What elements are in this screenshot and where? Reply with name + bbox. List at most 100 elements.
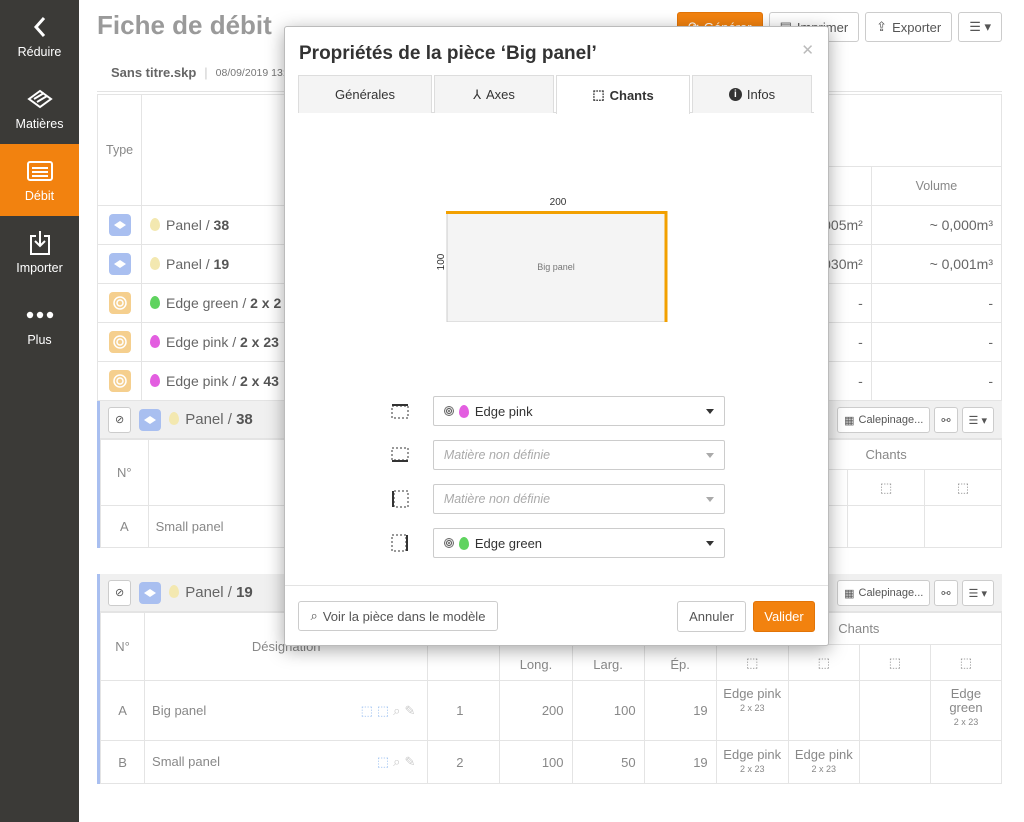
- part-name: Big panel: [152, 702, 207, 718]
- part-row-actions[interactable]: ⬚⬚⌕✎: [361, 703, 420, 719]
- edge-right-value: Edge green: [474, 535, 543, 551]
- tab-label: Générales: [335, 87, 395, 102]
- edge-left-icon: ⬚: [858, 644, 931, 681]
- grain-toggle-icon[interactable]: ⬚: [377, 703, 393, 718]
- edge-left-icon: ⬚: [847, 469, 926, 506]
- sidebar-item-debit[interactable]: Débit: [0, 144, 79, 216]
- grid-icon: ▦: [844, 587, 855, 600]
- close-icon[interactable]: ✕: [801, 41, 814, 59]
- edge-roll-icon: [108, 331, 131, 353]
- material-name: Edge green /: [166, 295, 251, 311]
- pencil-icon[interactable]: ✎: [404, 754, 419, 769]
- edge-roll-icon: [108, 292, 131, 314]
- part-properties-modal: Propriétés de la pièce ‘Big panel’ ✕ Gén…: [284, 26, 829, 646]
- material-name: Edge pink /: [166, 334, 240, 350]
- menu-button[interactable]: ☰ ▾: [958, 12, 1002, 42]
- part-row-actions[interactable]: ⬚⌕✎: [377, 754, 419, 770]
- group-menu-button[interactable]: ☰ ▾: [961, 580, 994, 606]
- chevron-down-icon: [706, 409, 714, 414]
- ep-value: 19: [643, 680, 717, 741]
- separator: |: [204, 65, 208, 80]
- pencil-icon[interactable]: ✎: [404, 703, 419, 718]
- panel-preview: 200 100 Big panel: [436, 197, 668, 322]
- sidebar-item-label: Matières: [15, 117, 64, 131]
- sidebar-item-matieres[interactable]: Matières: [0, 72, 79, 144]
- sidebar-item-plus[interactable]: Plus: [0, 288, 79, 360]
- materials-icon: [26, 85, 54, 113]
- hide-toggle-button[interactable]: ⊘: [108, 579, 132, 606]
- chevron-down-icon: [706, 497, 714, 502]
- tab-chants[interactable]: ⬚ Chants: [556, 75, 690, 114]
- calepinage-button[interactable]: ▦ Calepinage...: [837, 580, 931, 606]
- tab-generales[interactable]: Générales: [298, 75, 432, 113]
- long-value: 100: [499, 740, 573, 784]
- sidebar-item-reduire[interactable]: Réduire: [0, 0, 79, 72]
- edge-left-select[interactable]: Matière non définie: [432, 484, 725, 514]
- edge-size: 2 x 23: [953, 717, 979, 727]
- hide-toggle-button[interactable]: ⊘: [108, 406, 132, 433]
- link-icon: ⚯: [941, 587, 951, 600]
- edge-right-select[interactable]: Edge green: [432, 528, 725, 558]
- link-button[interactable]: ⚯: [934, 407, 958, 433]
- board-icon: [139, 581, 162, 604]
- view-in-model-button[interactable]: ⌕ Voir la pièce dans le modèle: [298, 601, 498, 631]
- ep-value: 19: [643, 740, 717, 784]
- calepinage-button[interactable]: ▦ Calepinage...: [837, 407, 931, 433]
- number-header: N°: [100, 439, 149, 506]
- board-icon: [108, 214, 131, 236]
- edge-bottom-value: Matière non définie: [443, 448, 551, 462]
- edge-row-left: Matière non définie: [385, 484, 725, 514]
- edge-bottom-icon: ⬚: [787, 644, 860, 681]
- tab-infos[interactable]: i Infos: [692, 75, 812, 113]
- material-thickness: 38: [213, 217, 230, 233]
- height-dimension-label: 100: [436, 253, 447, 270]
- calepinage-label: Calepinage...: [858, 414, 924, 426]
- more-dots-icon: [26, 301, 54, 329]
- edge-bottom-select[interactable]: Matière non définie: [432, 440, 725, 470]
- tab-axes[interactable]: ⅄ Axes: [434, 75, 554, 113]
- group-menu-button[interactable]: ☰ ▾: [961, 407, 994, 433]
- edge-roll-icon: [443, 538, 454, 548]
- material-drop-icon: [150, 218, 161, 231]
- part-name: Small panel: [152, 754, 220, 769]
- validate-button[interactable]: Valider: [753, 601, 815, 632]
- edge-top-value: Edge pink: [474, 403, 533, 419]
- edge-top-select[interactable]: Edge pink: [432, 396, 725, 426]
- group-name: Panel /: [185, 584, 237, 601]
- edge-right-icon: ⬚: [929, 644, 1003, 681]
- edge-toggle-icon[interactable]: ⬚: [377, 754, 393, 769]
- type-header: Type: [96, 94, 143, 206]
- edge-toggle-icon[interactable]: ⬚: [361, 703, 377, 718]
- hamburger-icon: ☰ ▾: [968, 587, 987, 600]
- table-row[interactable]: B Small panel ⬚⌕✎ 2 100 50 19 Edge pink 2 …: [99, 740, 1003, 784]
- export-button[interactable]: ⇪ Exporter: [865, 12, 953, 42]
- edge-row-right: Edge green: [385, 528, 725, 558]
- material-drop-icon: [150, 257, 161, 270]
- material-name: Edge pink /: [166, 373, 240, 389]
- modal-footer: ⌕ Voir la pièce dans le modèle Annuler V…: [285, 587, 828, 645]
- export-icon: ⇪: [876, 19, 888, 34]
- edge-bottom-icon: [385, 440, 415, 470]
- edge-roll-icon: [443, 406, 454, 416]
- volume-value: -: [870, 322, 1003, 362]
- sidebar-item-importer[interactable]: Importer: [0, 216, 79, 288]
- sidebar-item-label: Importer: [16, 261, 63, 275]
- link-button[interactable]: ⚯: [934, 580, 958, 606]
- table-row[interactable]: A Big panel ⬚⬚⌕✎ 1 200 100 19 Edge pink 2 …: [99, 680, 1003, 741]
- larg-value: 100: [571, 680, 645, 741]
- cutlist-icon: [26, 157, 54, 185]
- material-thickness: 2 x 2: [250, 295, 282, 311]
- link-icon: ⚯: [941, 414, 951, 427]
- volume-value: -: [870, 283, 1003, 323]
- cancel-button[interactable]: Annuler: [677, 601, 746, 632]
- group-name: Panel /: [185, 411, 237, 428]
- modal-body: 200 100 Big panel Edge pink Matière non …: [285, 114, 828, 586]
- hamburger-icon: ☰ ▾: [969, 19, 991, 34]
- volume-value: ~ 0,000m³: [870, 205, 1003, 245]
- qte-value: 1: [427, 680, 501, 741]
- part-letter: A: [100, 505, 149, 548]
- zoom-icon[interactable]: ⌕: [393, 754, 404, 769]
- tab-label: Chants: [609, 87, 654, 103]
- sidebar-item-label: Plus: [27, 333, 52, 347]
- zoom-icon[interactable]: ⌕: [393, 703, 404, 718]
